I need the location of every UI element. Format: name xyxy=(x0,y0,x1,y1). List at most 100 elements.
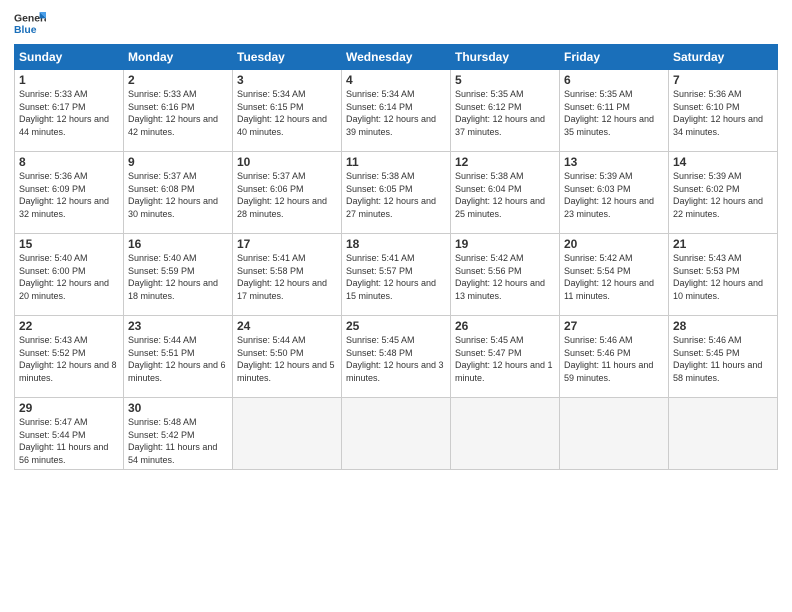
day-info: Sunrise: 5:46 AMSunset: 5:46 PMDaylight:… xyxy=(564,334,664,384)
day-number: 16 xyxy=(128,237,228,251)
day-info: Sunrise: 5:41 AMSunset: 5:58 PMDaylight:… xyxy=(237,252,337,302)
logo-icon: General Blue xyxy=(14,10,46,38)
day-number: 6 xyxy=(564,73,664,87)
calendar-cell: 16Sunrise: 5:40 AMSunset: 5:59 PMDayligh… xyxy=(124,234,233,316)
day-number: 18 xyxy=(346,237,446,251)
day-info: Sunrise: 5:33 AMSunset: 6:17 PMDaylight:… xyxy=(19,88,119,138)
day-number: 22 xyxy=(19,319,119,333)
week-row-2: 8Sunrise: 5:36 AMSunset: 6:09 PMDaylight… xyxy=(15,152,778,234)
calendar-cell: 17Sunrise: 5:41 AMSunset: 5:58 PMDayligh… xyxy=(233,234,342,316)
calendar-cell: 28Sunrise: 5:46 AMSunset: 5:45 PMDayligh… xyxy=(669,316,778,398)
day-info: Sunrise: 5:48 AMSunset: 5:42 PMDaylight:… xyxy=(128,416,228,466)
day-info: Sunrise: 5:37 AMSunset: 6:08 PMDaylight:… xyxy=(128,170,228,220)
calendar-cell: 29Sunrise: 5:47 AMSunset: 5:44 PMDayligh… xyxy=(15,398,124,470)
day-info: Sunrise: 5:34 AMSunset: 6:15 PMDaylight:… xyxy=(237,88,337,138)
calendar-table: SundayMondayTuesdayWednesdayThursdayFrid… xyxy=(14,44,778,470)
day-info: Sunrise: 5:46 AMSunset: 5:45 PMDaylight:… xyxy=(673,334,773,384)
calendar-cell: 18Sunrise: 5:41 AMSunset: 5:57 PMDayligh… xyxy=(342,234,451,316)
calendar-cell: 30Sunrise: 5:48 AMSunset: 5:42 PMDayligh… xyxy=(124,398,233,470)
weekday-header-sunday: Sunday xyxy=(15,45,124,70)
calendar-cell: 1Sunrise: 5:33 AMSunset: 6:17 PMDaylight… xyxy=(15,70,124,152)
calendar-cell: 12Sunrise: 5:38 AMSunset: 6:04 PMDayligh… xyxy=(451,152,560,234)
calendar-cell: 23Sunrise: 5:44 AMSunset: 5:51 PMDayligh… xyxy=(124,316,233,398)
day-number: 15 xyxy=(19,237,119,251)
weekday-header-row: SundayMondayTuesdayWednesdayThursdayFrid… xyxy=(15,45,778,70)
day-number: 26 xyxy=(455,319,555,333)
day-info: Sunrise: 5:43 AMSunset: 5:52 PMDaylight:… xyxy=(19,334,119,384)
day-info: Sunrise: 5:42 AMSunset: 5:54 PMDaylight:… xyxy=(564,252,664,302)
day-number: 5 xyxy=(455,73,555,87)
weekday-header-saturday: Saturday xyxy=(669,45,778,70)
day-number: 7 xyxy=(673,73,773,87)
calendar-cell: 20Sunrise: 5:42 AMSunset: 5:54 PMDayligh… xyxy=(560,234,669,316)
calendar-cell: 14Sunrise: 5:39 AMSunset: 6:02 PMDayligh… xyxy=(669,152,778,234)
calendar-cell: 15Sunrise: 5:40 AMSunset: 6:00 PMDayligh… xyxy=(15,234,124,316)
day-info: Sunrise: 5:38 AMSunset: 6:04 PMDaylight:… xyxy=(455,170,555,220)
calendar-cell: 21Sunrise: 5:43 AMSunset: 5:53 PMDayligh… xyxy=(669,234,778,316)
day-number: 30 xyxy=(128,401,228,415)
day-info: Sunrise: 5:37 AMSunset: 6:06 PMDaylight:… xyxy=(237,170,337,220)
week-row-5: 29Sunrise: 5:47 AMSunset: 5:44 PMDayligh… xyxy=(15,398,778,470)
day-info: Sunrise: 5:38 AMSunset: 6:05 PMDaylight:… xyxy=(346,170,446,220)
weekday-header-friday: Friday xyxy=(560,45,669,70)
weekday-header-tuesday: Tuesday xyxy=(233,45,342,70)
calendar-cell: 9Sunrise: 5:37 AMSunset: 6:08 PMDaylight… xyxy=(124,152,233,234)
calendar-cell: 13Sunrise: 5:39 AMSunset: 6:03 PMDayligh… xyxy=(560,152,669,234)
day-info: Sunrise: 5:34 AMSunset: 6:14 PMDaylight:… xyxy=(346,88,446,138)
day-number: 1 xyxy=(19,73,119,87)
calendar-cell: 27Sunrise: 5:46 AMSunset: 5:46 PMDayligh… xyxy=(560,316,669,398)
week-row-1: 1Sunrise: 5:33 AMSunset: 6:17 PMDaylight… xyxy=(15,70,778,152)
day-info: Sunrise: 5:35 AMSunset: 6:11 PMDaylight:… xyxy=(564,88,664,138)
logo: General Blue xyxy=(14,10,46,38)
day-info: Sunrise: 5:40 AMSunset: 6:00 PMDaylight:… xyxy=(19,252,119,302)
day-number: 20 xyxy=(564,237,664,251)
day-number: 2 xyxy=(128,73,228,87)
day-info: Sunrise: 5:33 AMSunset: 6:16 PMDaylight:… xyxy=(128,88,228,138)
day-number: 13 xyxy=(564,155,664,169)
day-info: Sunrise: 5:39 AMSunset: 6:03 PMDaylight:… xyxy=(564,170,664,220)
day-info: Sunrise: 5:36 AMSunset: 6:10 PMDaylight:… xyxy=(673,88,773,138)
calendar-cell: 11Sunrise: 5:38 AMSunset: 6:05 PMDayligh… xyxy=(342,152,451,234)
day-info: Sunrise: 5:41 AMSunset: 5:57 PMDaylight:… xyxy=(346,252,446,302)
day-number: 25 xyxy=(346,319,446,333)
day-number: 10 xyxy=(237,155,337,169)
day-number: 3 xyxy=(237,73,337,87)
weekday-header-wednesday: Wednesday xyxy=(342,45,451,70)
day-number: 28 xyxy=(673,319,773,333)
day-info: Sunrise: 5:45 AMSunset: 5:48 PMDaylight:… xyxy=(346,334,446,384)
day-number: 19 xyxy=(455,237,555,251)
weekday-header-monday: Monday xyxy=(124,45,233,70)
day-info: Sunrise: 5:44 AMSunset: 5:51 PMDaylight:… xyxy=(128,334,228,384)
calendar-cell: 25Sunrise: 5:45 AMSunset: 5:48 PMDayligh… xyxy=(342,316,451,398)
calendar-cell: 19Sunrise: 5:42 AMSunset: 5:56 PMDayligh… xyxy=(451,234,560,316)
day-number: 4 xyxy=(346,73,446,87)
calendar-cell: 5Sunrise: 5:35 AMSunset: 6:12 PMDaylight… xyxy=(451,70,560,152)
week-row-4: 22Sunrise: 5:43 AMSunset: 5:52 PMDayligh… xyxy=(15,316,778,398)
day-number: 14 xyxy=(673,155,773,169)
day-info: Sunrise: 5:47 AMSunset: 5:44 PMDaylight:… xyxy=(19,416,119,466)
calendar-cell xyxy=(451,398,560,470)
calendar-cell: 10Sunrise: 5:37 AMSunset: 6:06 PMDayligh… xyxy=(233,152,342,234)
day-info: Sunrise: 5:35 AMSunset: 6:12 PMDaylight:… xyxy=(455,88,555,138)
calendar-cell: 4Sunrise: 5:34 AMSunset: 6:14 PMDaylight… xyxy=(342,70,451,152)
day-number: 24 xyxy=(237,319,337,333)
calendar-cell xyxy=(233,398,342,470)
main-container: General Blue SundayMondayTuesdayWednesda… xyxy=(0,0,792,480)
svg-text:Blue: Blue xyxy=(14,25,37,36)
day-info: Sunrise: 5:43 AMSunset: 5:53 PMDaylight:… xyxy=(673,252,773,302)
calendar-cell xyxy=(342,398,451,470)
day-info: Sunrise: 5:45 AMSunset: 5:47 PMDaylight:… xyxy=(455,334,555,384)
day-number: 8 xyxy=(19,155,119,169)
calendar-cell: 6Sunrise: 5:35 AMSunset: 6:11 PMDaylight… xyxy=(560,70,669,152)
day-number: 17 xyxy=(237,237,337,251)
day-info: Sunrise: 5:36 AMSunset: 6:09 PMDaylight:… xyxy=(19,170,119,220)
calendar-cell: 2Sunrise: 5:33 AMSunset: 6:16 PMDaylight… xyxy=(124,70,233,152)
day-number: 23 xyxy=(128,319,228,333)
calendar-cell: 3Sunrise: 5:34 AMSunset: 6:15 PMDaylight… xyxy=(233,70,342,152)
day-number: 12 xyxy=(455,155,555,169)
calendar-cell xyxy=(560,398,669,470)
day-info: Sunrise: 5:40 AMSunset: 5:59 PMDaylight:… xyxy=(128,252,228,302)
week-row-3: 15Sunrise: 5:40 AMSunset: 6:00 PMDayligh… xyxy=(15,234,778,316)
calendar-cell xyxy=(669,398,778,470)
weekday-header-thursday: Thursday xyxy=(451,45,560,70)
